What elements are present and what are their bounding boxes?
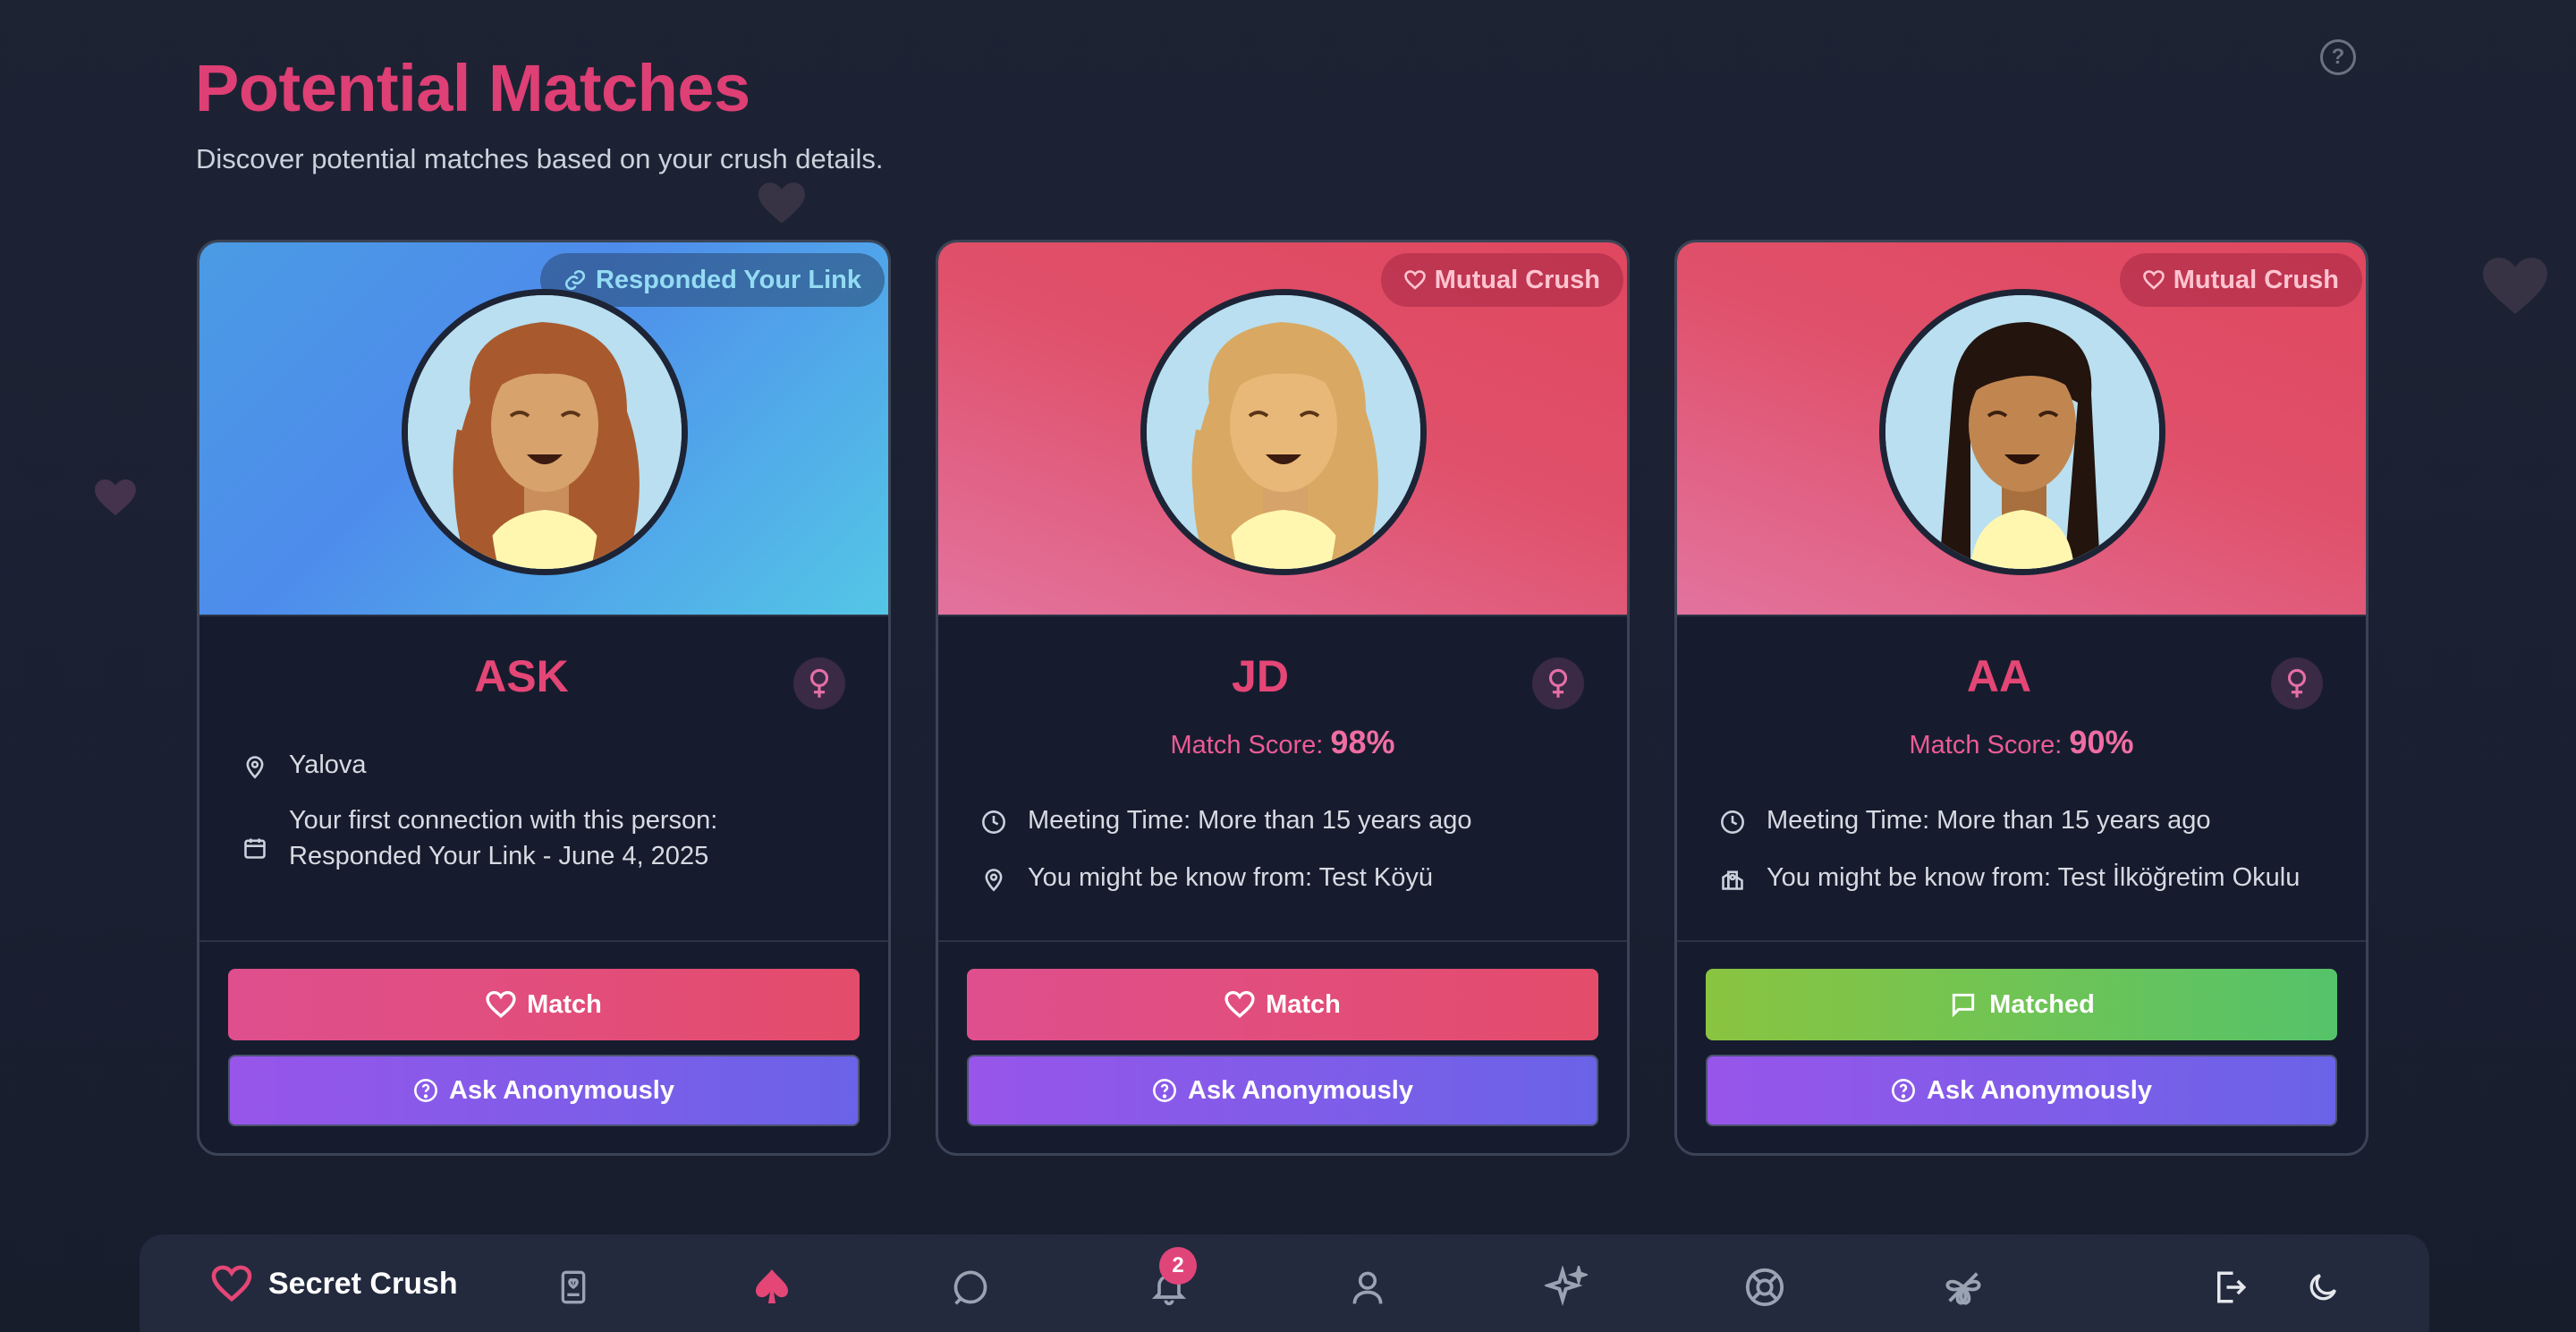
known-from-text: You might be know from: Test Köyü [1028, 863, 1433, 892]
chat-icon [1953, 993, 1975, 1018]
match-score-value: 90% [2069, 724, 2134, 760]
ask-anonymously-button[interactable]: Ask Anonymously [1706, 1055, 2337, 1126]
status-badge-label: Mutual Crush [2173, 265, 2339, 294]
known-from-text: You might be know from: Test İlköğretim … [1767, 863, 2301, 892]
background-heart-icon [95, 479, 136, 516]
card-body: JD Match Score: 98% Meeting Time: More t… [938, 616, 1627, 942]
question-circle-icon [1892, 1079, 1915, 1102]
info-row: Meeting Time: More than 15 years ago [981, 802, 1600, 838]
avatar [402, 289, 688, 575]
spade-icon[interactable] [750, 1265, 794, 1310]
match-button[interactable]: Match [228, 969, 860, 1040]
match-score: Match Score: 98% [938, 724, 1627, 761]
info-row: You might be know from: Test İlköğretim … [1720, 860, 2339, 895]
chat-icon[interactable] [948, 1265, 993, 1310]
ask-anonymously-button[interactable]: Ask Anonymously [228, 1055, 860, 1126]
ask-anonymously-button[interactable]: Ask Anonymously [967, 1055, 1598, 1126]
heart-icon [2142, 270, 2165, 290]
brand-name: Secret Crush [268, 1266, 458, 1301]
location-text: Yalova [289, 751, 367, 779]
avatar [1879, 289, 2165, 575]
help-icon[interactable]: ? [2320, 39, 2356, 75]
lifebuoy-icon[interactable] [1742, 1265, 1787, 1310]
match-card: Mutual Crush AA Match Score: 90% Meeting… [1674, 240, 2368, 1156]
school-icon [1720, 860, 1749, 895]
map-pin-icon [242, 747, 271, 783]
book-icon[interactable] [551, 1265, 596, 1310]
heart-icon [211, 1265, 252, 1302]
female-icon [1532, 658, 1584, 709]
logout-icon[interactable] [2207, 1265, 2252, 1310]
card-header: Responded Your Link [199, 242, 888, 616]
ask-anonymously-label: Ask Anonymously [1927, 1075, 2152, 1105]
info-row: You might be know from: Test Köyü [981, 860, 1600, 895]
clock-icon [1720, 802, 1749, 838]
page-subtitle: Discover potential matches based on your… [196, 143, 884, 174]
status-badge-label: Mutual Crush [1434, 265, 1600, 294]
match-initials: ASK [474, 651, 569, 701]
matched-button-label: Matched [1989, 989, 2095, 1019]
match-score-value: 98% [1330, 724, 1395, 760]
info-row: Your first connection with this person: … [242, 802, 861, 874]
meeting-time-text: Meeting Time: More than 15 years ago [1767, 806, 2211, 835]
match-initials: JD [1232, 651, 1289, 701]
user-icon[interactable] [1345, 1265, 1390, 1310]
info-row: Meeting Time: More than 15 years ago [1720, 802, 2339, 838]
question-circle-icon [1153, 1079, 1176, 1102]
moon-icon[interactable] [2301, 1265, 2345, 1310]
match-score-label: Match Score: [1170, 731, 1324, 759]
match-button[interactable]: Match [967, 969, 1598, 1040]
match-card: Mutual Crush JD Match Score: 98% Meeting… [936, 240, 1630, 1156]
avatar [1140, 289, 1427, 575]
card-header: Mutual Crush [938, 242, 1627, 616]
background-heart-icon [758, 182, 805, 224]
matched-button[interactable]: Matched [1706, 969, 2337, 1040]
match-button-label: Match [527, 989, 602, 1019]
female-icon [2271, 658, 2323, 709]
card-body: ASK Yalova Your first connection with th… [199, 616, 888, 942]
card-body: AA Match Score: 90% Meeting Time: More t… [1677, 616, 2366, 942]
match-button-label: Match [1266, 989, 1341, 1019]
info-row: Yalova [242, 747, 861, 783]
brand-logo[interactable]: Secret Crush [211, 1265, 458, 1302]
status-badge: Mutual Crush [1380, 253, 1623, 307]
bottom-navigation: Secret Crush 2 [140, 1234, 2429, 1332]
ask-anonymously-label: Ask Anonymously [1188, 1075, 1413, 1105]
match-score: Match Score: 90% [1677, 724, 2366, 761]
calendar-icon [242, 802, 271, 874]
heart-icon [486, 990, 516, 1018]
meeting-time-text: Meeting Time: More than 15 years ago [1028, 806, 1472, 835]
female-icon [793, 658, 845, 709]
notification-count-badge: 2 [1159, 1247, 1197, 1285]
connection-value: Responded Your Link - June 4, 2025 [289, 842, 709, 870]
link-icon [564, 269, 586, 291]
status-badge-label: Responded Your Link [595, 265, 861, 294]
map-pin-icon [981, 860, 1010, 895]
sparkles-icon[interactable] [1544, 1265, 1589, 1310]
question-circle-icon [414, 1079, 437, 1102]
background-heart-icon [2483, 258, 2547, 314]
clover-icon[interactable] [1941, 1265, 1986, 1310]
card-header: Mutual Crush [1677, 242, 2366, 616]
heart-icon [1224, 990, 1255, 1018]
heart-icon [1403, 270, 1426, 290]
clock-icon [981, 802, 1010, 838]
page-title: Potential Matches [195, 51, 750, 125]
match-card: Responded Your Link ASK Yalova Your firs… [197, 240, 891, 1156]
match-initials: AA [1966, 651, 2032, 701]
status-badge: Mutual Crush [2119, 253, 2362, 307]
ask-anonymously-label: Ask Anonymously [449, 1075, 674, 1105]
match-score-label: Match Score: [1909, 731, 2063, 759]
connection-label: Your first connection with this person: [289, 806, 718, 835]
